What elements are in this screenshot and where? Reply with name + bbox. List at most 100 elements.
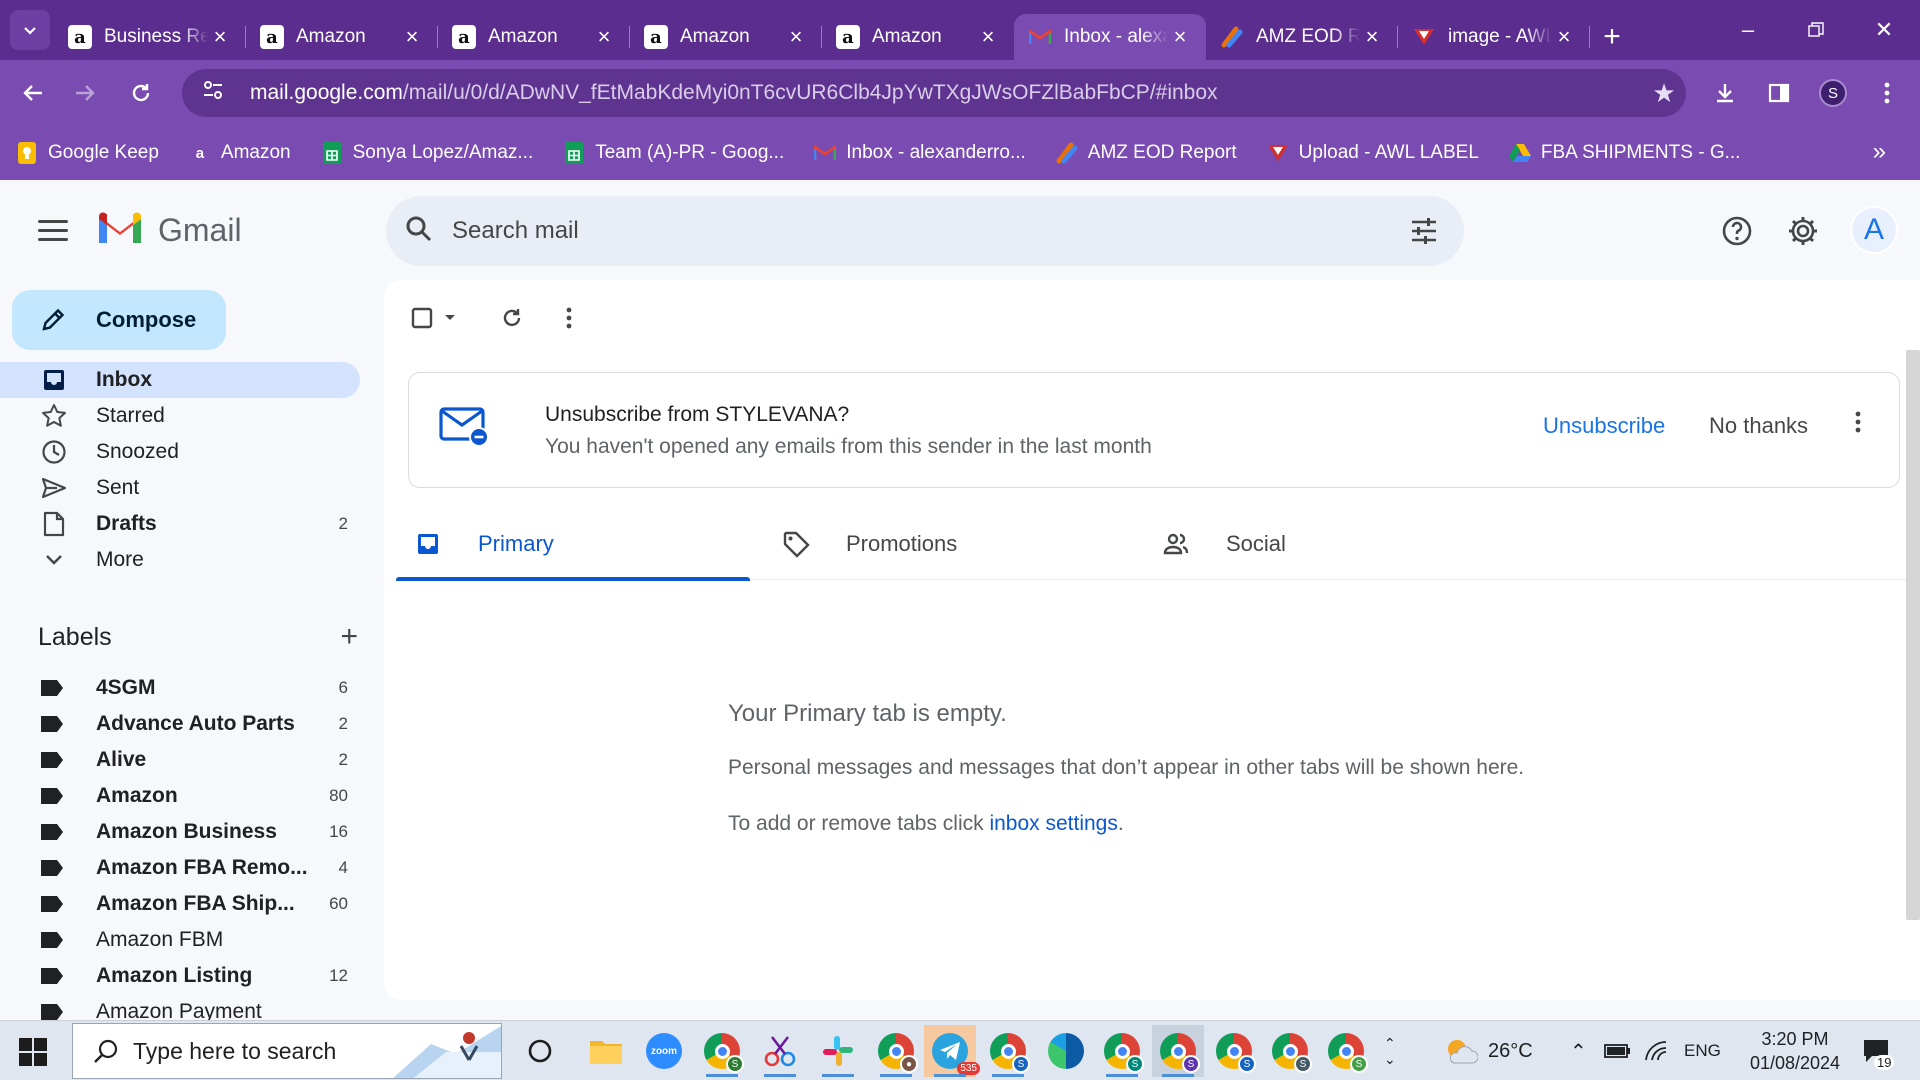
browser-tab[interactable]: a Amazon ×	[630, 14, 822, 60]
search-options-icon[interactable]	[1384, 216, 1464, 246]
close-tab-icon[interactable]: ×	[208, 24, 232, 50]
address-bar[interactable]: mail.google.com/mail/u/0/d/ADwNV_fEtMabK…	[182, 69, 1686, 117]
task-view-button[interactable]	[514, 1025, 566, 1077]
bookmark-item[interactable]: Upload - AWL LABEL	[1267, 142, 1479, 164]
taskbar-chrome-3[interactable]: S	[982, 1025, 1034, 1077]
sidebar-item-inbox[interactable]: Inbox	[0, 362, 360, 398]
close-tab-icon[interactable]: ×	[592, 24, 616, 50]
bookmark-star-icon[interactable]: ★	[1642, 78, 1686, 109]
sidebar-item-sent[interactable]: Sent	[0, 470, 360, 506]
more-actions-button[interactable]	[566, 300, 572, 336]
close-tab-icon[interactable]: ×	[400, 24, 424, 50]
browser-menu-button[interactable]	[1868, 74, 1906, 112]
taskbar-overflow-scroll[interactable]: ⌃ ⌄	[1384, 1021, 1396, 1080]
show-hidden-icons-button[interactable]: ⌃	[1570, 1021, 1587, 1080]
close-tab-icon[interactable]: ×	[1360, 24, 1384, 50]
wifi-status[interactable]	[1644, 1021, 1670, 1080]
bookmark-item[interactable]: AMZ EOD Report	[1056, 142, 1237, 164]
taskbar-search[interactable]: Type here to search	[72, 1023, 502, 1079]
reload-button[interactable]	[122, 74, 160, 112]
new-tab-button[interactable]: +	[1590, 14, 1634, 60]
sidebar-item-snoozed[interactable]: Snoozed	[0, 434, 360, 470]
search-input[interactable]: Search mail	[452, 217, 1384, 245]
taskbar-chrome-7[interactable]: S	[1264, 1025, 1316, 1077]
browser-tab[interactable]: AMZ EOD Report×	[1206, 14, 1398, 60]
windows-start-icon[interactable]	[18, 1037, 48, 1067]
caret-down-icon[interactable]	[444, 314, 456, 322]
account-avatar[interactable]: A	[1850, 206, 1898, 254]
taskbar-telegram[interactable]: 535	[924, 1025, 980, 1077]
browser-tab[interactable]: a Amazon ×	[246, 14, 438, 60]
sidebar-item-drafts[interactable]: Drafts 2	[0, 506, 360, 542]
settings-button[interactable]	[1784, 212, 1822, 250]
bookmark-item[interactable]: FBA SHIPMENTS - G...	[1508, 142, 1740, 164]
close-tab-icon[interactable]: ×	[1168, 24, 1192, 50]
support-button[interactable]	[1718, 212, 1756, 250]
browser-tab[interactable]: Inbox - alexanderro...×	[1014, 14, 1206, 60]
bookmark-item[interactable]: Team (A)-PR - Goog...	[563, 142, 784, 164]
banner-more-icon[interactable]	[1855, 411, 1861, 433]
bookmark-item[interactable]: Inbox - alexanderro...	[814, 142, 1026, 164]
bookmark-item[interactable]: Google Keep	[16, 142, 159, 164]
create-label-button[interactable]: +	[340, 620, 358, 654]
battery-status[interactable]	[1604, 1021, 1632, 1080]
more-bookmarks-button[interactable]: »	[1873, 138, 1886, 166]
label-item[interactable]: Amazon 80	[0, 778, 360, 814]
main-scrollbar[interactable]	[1906, 350, 1920, 920]
tab-search-button[interactable]	[10, 10, 50, 50]
inbox-settings-link[interactable]: inbox settings	[989, 812, 1117, 835]
browser-profile-button[interactable]: S	[1814, 74, 1852, 112]
input-language[interactable]: ENG	[1684, 1021, 1721, 1080]
search-bar[interactable]: Search mail	[386, 196, 1464, 266]
main-menu-button[interactable]	[38, 220, 68, 247]
taskbar-file-explorer[interactable]	[580, 1025, 632, 1077]
forward-button[interactable]	[66, 74, 104, 112]
browser-tab[interactable]: a Amazon ×	[822, 14, 1014, 60]
tab-promotions[interactable]: Promotions	[764, 508, 1118, 580]
label-item[interactable]: Amazon FBA Ship... 60	[0, 886, 360, 922]
no-thanks-button[interactable]: No thanks	[1709, 413, 1808, 439]
taskbar-chrome-2[interactable]: ●	[870, 1025, 922, 1077]
bookmark-item[interactable]: a Amazon	[189, 142, 291, 164]
taskbar-slack[interactable]	[812, 1025, 864, 1077]
label-item[interactable]: Amazon Payment	[0, 994, 360, 1020]
tab-primary[interactable]: Primary	[396, 508, 750, 581]
refresh-button[interactable]	[500, 300, 524, 336]
site-info-icon[interactable]	[202, 79, 232, 107]
select-all-checkbox[interactable]	[410, 300, 456, 336]
label-item[interactable]: Amazon FBA Remo... 4	[0, 850, 360, 886]
sidebar-item-starred[interactable]: Starred	[0, 398, 360, 434]
label-item[interactable]: Amazon Business 16	[0, 814, 360, 850]
taskbar-clock[interactable]: 3:20 PM 01/08/2024	[1740, 1027, 1850, 1075]
back-button[interactable]	[14, 74, 52, 112]
side-panel-button[interactable]	[1760, 74, 1798, 112]
browser-tab[interactable]: image - AWL ×	[1398, 14, 1590, 60]
label-item[interactable]: Amazon Listing 12	[0, 958, 360, 994]
taskbar-chrome-4[interactable]: S	[1096, 1025, 1148, 1077]
taskbar-chrome-1[interactable]: S	[696, 1025, 748, 1077]
taskbar-chrome-5[interactable]: S	[1152, 1025, 1204, 1077]
taskbar-chrome-8[interactable]: S	[1320, 1025, 1372, 1077]
close-window-button[interactable]: ✕	[1850, 0, 1918, 60]
downloads-button[interactable]	[1706, 74, 1744, 112]
unsubscribe-button[interactable]: Unsubscribe	[1543, 413, 1665, 439]
close-tab-icon[interactable]: ×	[784, 24, 808, 50]
close-tab-icon[interactable]: ×	[976, 24, 1000, 50]
label-item[interactable]: Advance Auto Parts 2	[0, 706, 360, 742]
label-item[interactable]: Alive 2	[0, 742, 360, 778]
browser-tab[interactable]: a Amazon ×	[438, 14, 630, 60]
label-item[interactable]: Amazon FBM	[0, 922, 360, 958]
minimize-button[interactable]: –	[1714, 0, 1782, 60]
bookmark-item[interactable]: Sonya Lopez/Amaz...	[321, 142, 533, 164]
sidebar-item-more[interactable]: More	[0, 542, 360, 578]
label-item[interactable]: 4SGM 6	[0, 670, 360, 706]
compose-button[interactable]: Compose	[12, 290, 226, 350]
weather-widget[interactable]: 26°C	[1444, 1021, 1533, 1080]
tab-social[interactable]: Social	[1144, 508, 1498, 580]
taskbar-zoom[interactable]: zoom	[638, 1025, 690, 1077]
taskbar-chrome-6[interactable]: S	[1208, 1025, 1260, 1077]
taskbar-edge[interactable]	[1040, 1025, 1092, 1077]
notification-center[interactable]: 19	[1862, 1021, 1895, 1080]
taskbar-snip-tool[interactable]	[754, 1025, 806, 1077]
restore-button[interactable]	[1782, 0, 1850, 60]
